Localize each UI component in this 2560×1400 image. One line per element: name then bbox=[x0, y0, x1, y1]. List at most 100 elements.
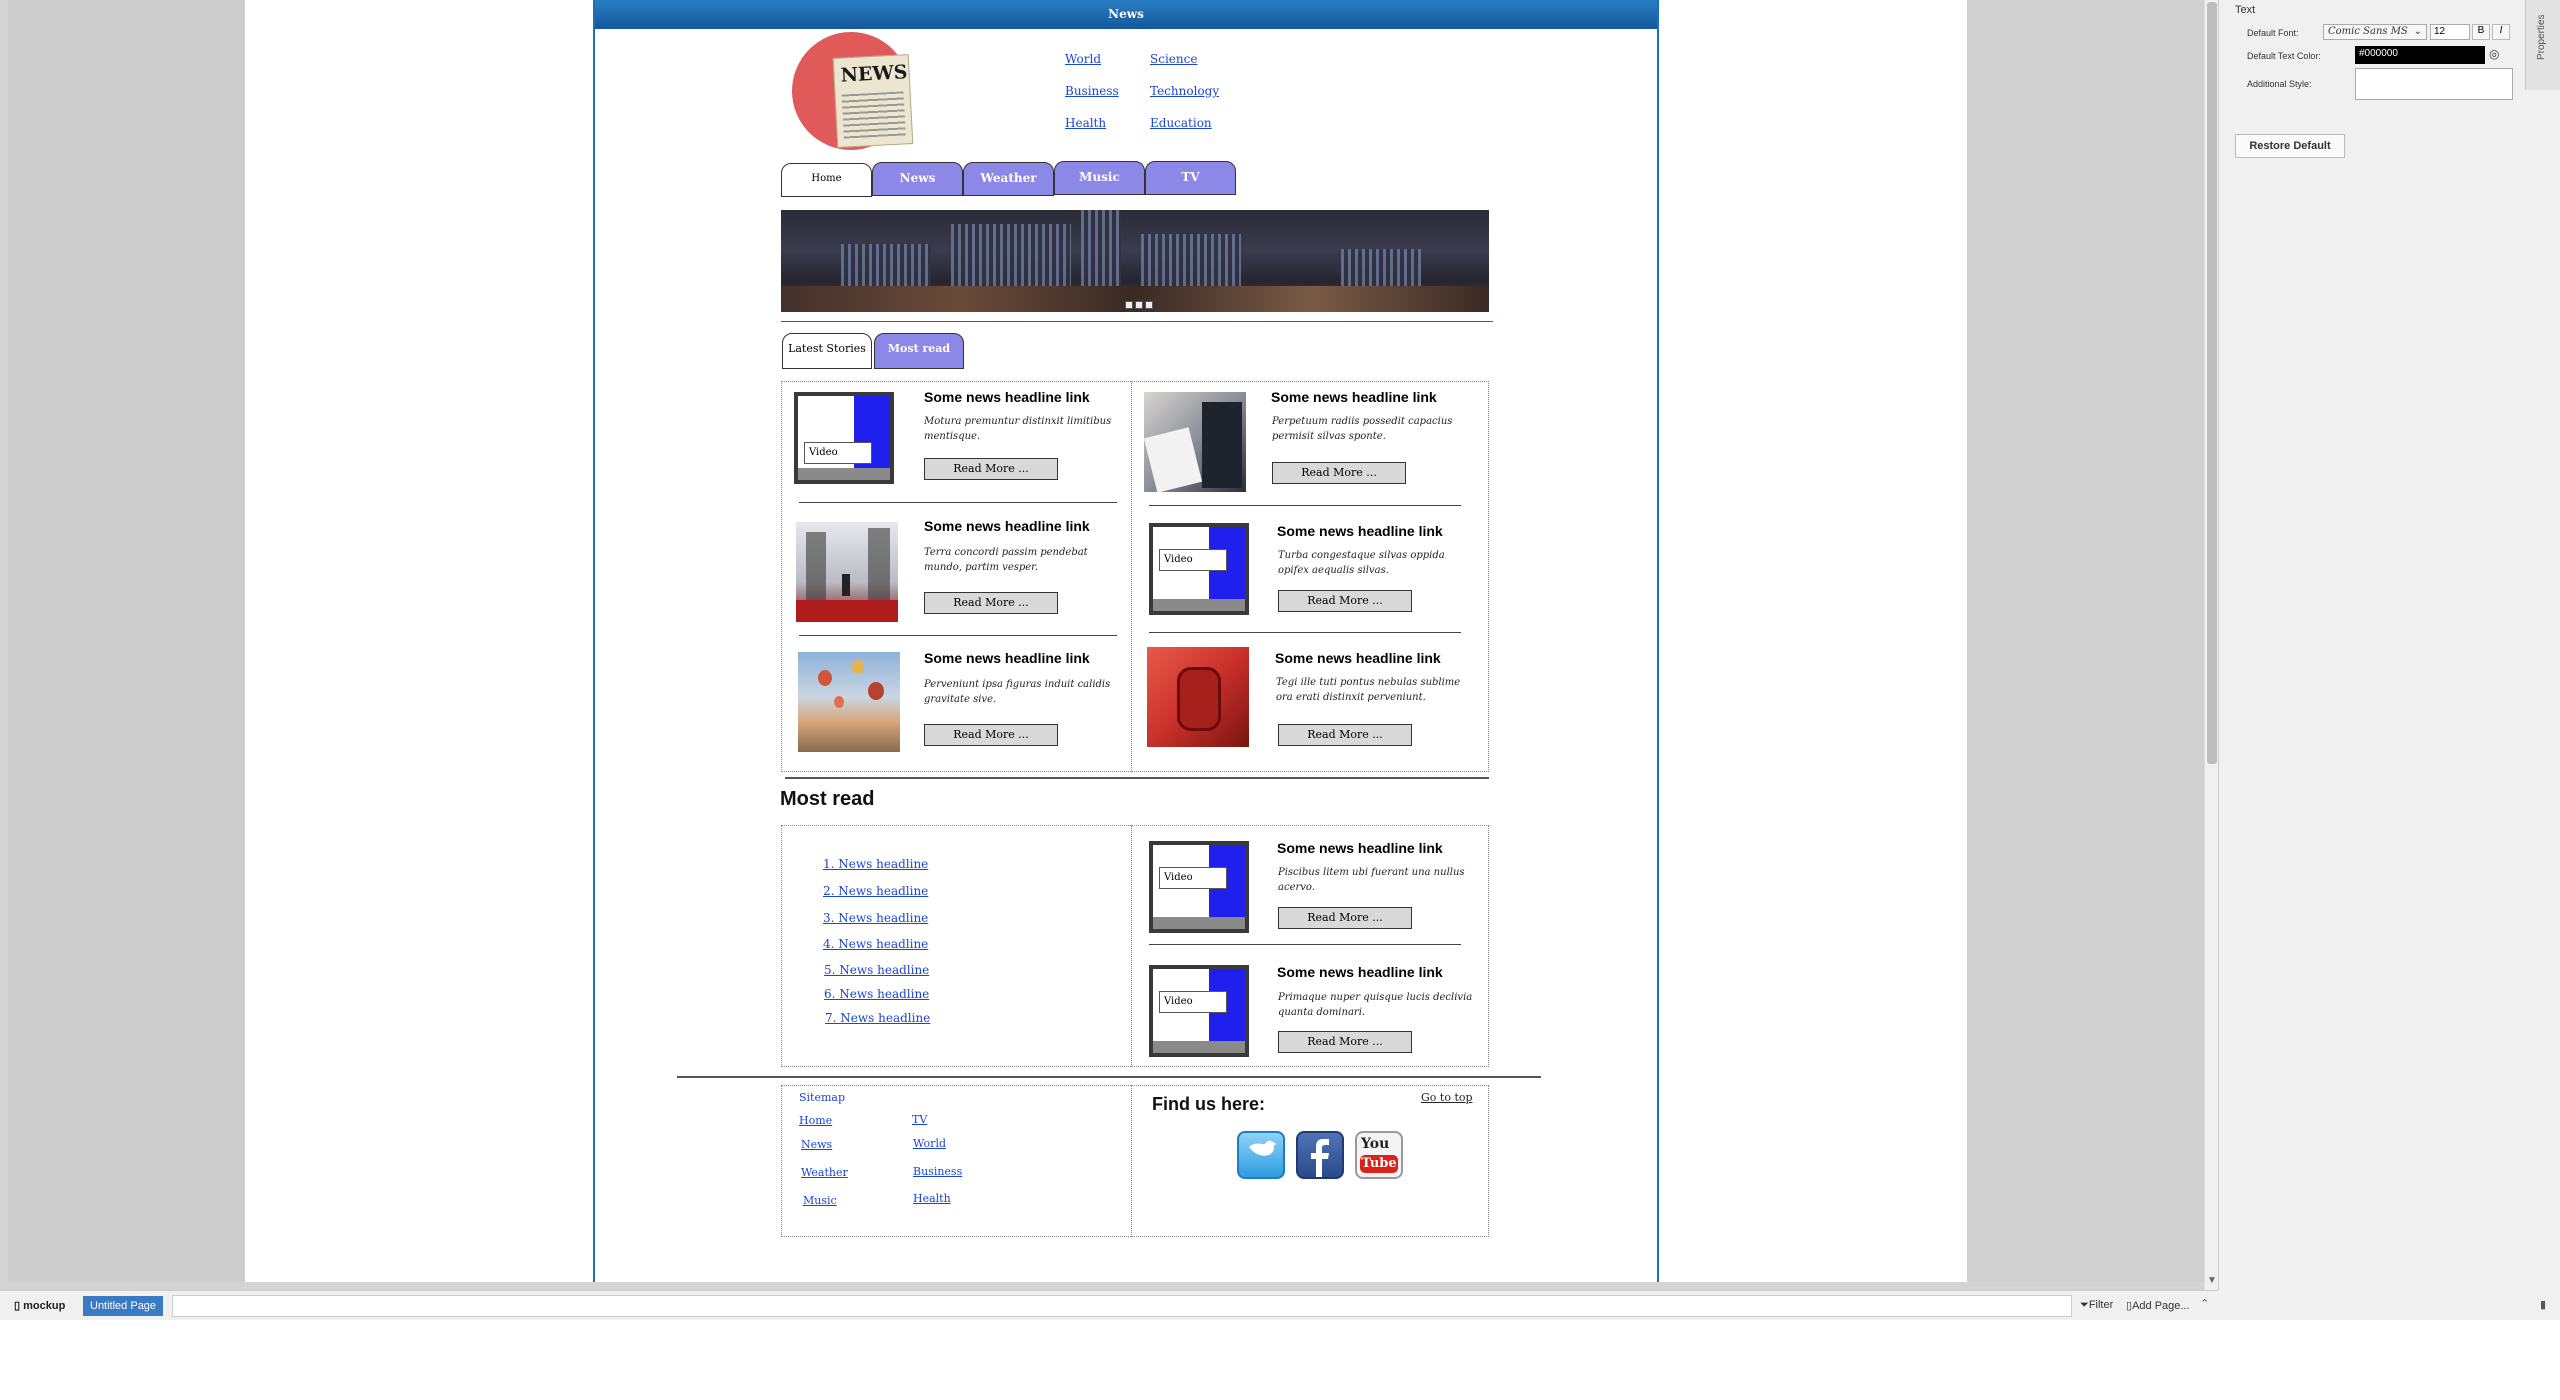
read-more-button[interactable]: Read More ... bbox=[1278, 1031, 1412, 1053]
headline-link[interactable]: Some news headline link bbox=[1275, 650, 1441, 666]
page-tabs-area[interactable] bbox=[172, 1295, 2072, 1317]
story-blurb: Perpetuum radiis possedit capacius permi… bbox=[1272, 416, 1453, 442]
video-label: Video bbox=[804, 442, 872, 464]
footer-link-health[interactable]: Health bbox=[913, 1192, 951, 1205]
tab-music[interactable]: Music bbox=[1054, 161, 1145, 195]
most-read-item[interactable]: 3. News headline bbox=[823, 911, 928, 925]
scrollbar-thumb[interactable] bbox=[2207, 2, 2217, 764]
video-label: Video bbox=[1159, 867, 1227, 889]
story-blurb: Piscibus litem ubi fuerant una nullus ac… bbox=[1278, 867, 1465, 893]
most-read-item[interactable]: 6. News headline bbox=[824, 987, 929, 1001]
text-color-field[interactable]: #000000 bbox=[2355, 46, 2485, 64]
banner-image-carousel[interactable] bbox=[781, 210, 1489, 312]
headline-link[interactable]: Some news headline link bbox=[1277, 840, 1443, 856]
section-title: Text bbox=[2235, 4, 2256, 16]
video-thumbnail[interactable]: Video bbox=[1149, 523, 1249, 615]
page-bar: ▯ mockup Untitled Page ⏷Filter ▯Add Page… bbox=[0, 1290, 2218, 1320]
video-label: Video bbox=[1159, 991, 1227, 1013]
link-science[interactable]: Science bbox=[1150, 52, 1197, 66]
headline-link[interactable]: Some news headline link bbox=[924, 518, 1090, 534]
most-read-item[interactable]: 4. News headline bbox=[823, 937, 928, 951]
properties-side-tab[interactable]: Properties bbox=[2525, 0, 2560, 90]
footer-link-tv[interactable]: TV bbox=[912, 1113, 927, 1126]
most-read-item[interactable]: 5. News headline bbox=[824, 963, 929, 977]
headline-link[interactable]: Some news headline link bbox=[924, 650, 1090, 666]
most-read-item[interactable]: 1. News headline bbox=[823, 857, 928, 871]
footer-link-weather[interactable]: Weather bbox=[801, 1166, 848, 1179]
additional-style-input[interactable] bbox=[2355, 68, 2513, 100]
default-font-select[interactable]: Comic Sans MS ⌄ bbox=[2323, 24, 2427, 40]
hot-air-balloons-photo bbox=[798, 652, 900, 752]
read-more-button[interactable]: Read More ... bbox=[924, 724, 1058, 746]
filter-label: Filter bbox=[2088, 1299, 2114, 1311]
go-to-top-link[interactable]: Go to top bbox=[1421, 1091, 1473, 1104]
footer-link-music[interactable]: Music bbox=[803, 1194, 837, 1207]
browser-mockup[interactable]: News NEWS World Science Business Technol… bbox=[593, 0, 1659, 1282]
link-business[interactable]: Business bbox=[1065, 84, 1119, 98]
facebook-icon[interactable] bbox=[1296, 1131, 1344, 1179]
page-tab-untitled[interactable]: Untitled Page bbox=[83, 1296, 164, 1316]
tab-home[interactable]: Home bbox=[781, 163, 872, 197]
page-bar-right: ▮ bbox=[2218, 1290, 2560, 1320]
link-education[interactable]: Education bbox=[1150, 116, 1212, 130]
story-blurb: Primaque nuper quisque lucis declivia qu… bbox=[1278, 992, 1473, 1018]
default-font-label: Default Font: bbox=[2247, 28, 2299, 38]
business-photo bbox=[1144, 392, 1246, 492]
footer-link-business[interactable]: Business bbox=[913, 1165, 962, 1178]
chevron-up-icon[interactable]: ⌃ bbox=[2200, 1297, 2209, 1310]
footer-link-world[interactable]: World bbox=[913, 1137, 946, 1150]
add-page-button[interactable]: ▯Add Page... bbox=[2126, 1299, 2190, 1312]
headline-link[interactable]: Some news headline link bbox=[1271, 389, 1437, 405]
link-world[interactable]: World bbox=[1065, 52, 1101, 66]
read-more-button[interactable]: Read More ... bbox=[924, 458, 1058, 480]
color-picker-icon[interactable]: ◎ bbox=[2489, 47, 2499, 61]
read-more-button[interactable]: Read More ... bbox=[924, 592, 1058, 614]
tab-most-read[interactable]: Most read bbox=[874, 333, 964, 369]
video-thumbnail[interactable]: Video bbox=[794, 392, 894, 484]
tab-weather[interactable]: Weather bbox=[963, 162, 1054, 196]
italic-button[interactable]: I bbox=[2492, 24, 2510, 40]
app-window: ▼ News NEWS World Science Business Techn… bbox=[0, 0, 2560, 1400]
video-thumbnail[interactable]: Video bbox=[1149, 841, 1249, 933]
read-more-button[interactable]: Read More ... bbox=[1278, 724, 1412, 746]
column-divider bbox=[1131, 1085, 1132, 1237]
font-value: Comic Sans MS bbox=[2328, 26, 2408, 37]
font-size-input[interactable]: 12 bbox=[2430, 24, 2470, 40]
sitemap-title: Sitemap bbox=[799, 1091, 846, 1104]
headline-link[interactable]: Some news headline link bbox=[1277, 523, 1443, 539]
read-more-button[interactable]: Read More ... bbox=[1272, 462, 1406, 484]
vertical-scrollbar[interactable]: ▼ bbox=[2204, 0, 2218, 1290]
link-technology[interactable]: Technology bbox=[1150, 84, 1219, 98]
story-blurb: Motura premuntur distinxit limitibus men… bbox=[924, 416, 1112, 442]
read-more-button[interactable]: Read More ... bbox=[1278, 590, 1412, 612]
page-title: News bbox=[595, 0, 1657, 29]
bold-button[interactable]: B bbox=[2472, 24, 2490, 40]
twitter-icon[interactable] bbox=[1237, 1131, 1285, 1179]
divider bbox=[785, 777, 1489, 779]
headline-link[interactable]: Some news headline link bbox=[924, 389, 1090, 405]
youtube-icon[interactable]: You Tube bbox=[1355, 1131, 1403, 1179]
story-blurb: Perveniunt ipsa figuras induit calidis g… bbox=[924, 679, 1111, 705]
pin-icon[interactable]: ▮ bbox=[2540, 1298, 2546, 1311]
carousel-dots[interactable] bbox=[1125, 301, 1153, 309]
scroll-down-arrow-icon[interactable]: ▼ bbox=[2207, 1275, 2217, 1286]
most-read-item[interactable]: 2. News headline bbox=[823, 884, 928, 898]
read-more-button[interactable]: Read More ... bbox=[1278, 907, 1412, 929]
separator bbox=[1149, 944, 1461, 945]
tab-news[interactable]: News bbox=[872, 162, 963, 196]
footer-link-news[interactable]: News bbox=[801, 1138, 832, 1151]
footer-link-home[interactable]: Home bbox=[799, 1114, 832, 1127]
project-label[interactable]: ▯ mockup bbox=[14, 1299, 65, 1312]
restore-default-button[interactable]: Restore Default bbox=[2235, 134, 2345, 158]
snowy-bridge-photo bbox=[796, 522, 898, 622]
video-label: Video bbox=[1159, 549, 1227, 571]
tab-latest-stories[interactable]: Latest Stories bbox=[782, 333, 872, 369]
video-thumbnail[interactable]: Video bbox=[1149, 965, 1249, 1057]
link-health[interactable]: Health bbox=[1065, 116, 1106, 130]
headline-link[interactable]: Some news headline link bbox=[1277, 964, 1443, 980]
find-us-heading: Find us here: bbox=[1152, 1094, 1266, 1114]
tab-tv[interactable]: TV bbox=[1145, 161, 1236, 195]
youtube-you: You bbox=[1361, 1136, 1390, 1152]
most-read-item[interactable]: 7. News headline bbox=[825, 1011, 930, 1025]
filter-button[interactable]: ⏷Filter bbox=[2080, 1299, 2113, 1312]
